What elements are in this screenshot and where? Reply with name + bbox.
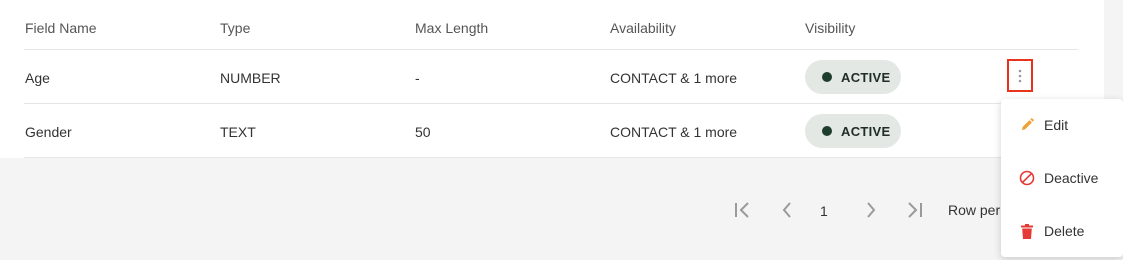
row-divider [24, 103, 1078, 104]
menu-item-label: Edit [1044, 117, 1069, 133]
current-page-number[interactable]: 1 [820, 203, 828, 219]
header-type: Type [220, 20, 251, 36]
header-field-name: Field Name [25, 20, 97, 36]
row-1-type: NUMBER [220, 70, 281, 86]
rows-per-page-label: Row per [948, 202, 1001, 218]
header-max-length: Max Length [415, 20, 489, 36]
pencil-icon [1018, 116, 1036, 134]
row-1-actions-button[interactable] [1007, 59, 1033, 92]
menu-item-delete[interactable]: Delete [1001, 209, 1123, 253]
status-dot-icon [822, 72, 832, 82]
header-availability: Availability [610, 20, 676, 36]
header-visibility: Visibility [805, 20, 856, 36]
menu-item-deactive[interactable]: Deactive [1001, 156, 1123, 200]
row-1-availability: CONTACT & 1 more [610, 70, 738, 86]
row-1-status-badge: ACTIVE [805, 60, 901, 94]
previous-page-button[interactable] [778, 196, 796, 224]
chevron-right-icon [867, 202, 876, 218]
row-actions-menu: Edit Deactive Delete [1001, 99, 1123, 257]
row-2-availability: CONTACT & 1 more [610, 124, 738, 140]
row-2-status-badge: ACTIVE [805, 114, 901, 148]
header-divider [24, 49, 1078, 50]
row-2-status-label: ACTIVE [841, 123, 891, 139]
last-page-icon [908, 202, 922, 218]
first-page-icon [735, 202, 749, 218]
ban-icon [1018, 169, 1036, 187]
status-dot-icon [822, 126, 832, 136]
menu-item-edit[interactable]: Edit [1001, 103, 1123, 147]
next-page-button[interactable] [862, 196, 880, 224]
kebab-icon [1018, 69, 1022, 82]
trash-icon [1018, 222, 1036, 240]
chevron-left-icon [782, 202, 791, 218]
row-1-max-length: - [415, 70, 420, 86]
last-page-button[interactable] [903, 196, 925, 224]
row-2-max-length: 50 [415, 124, 431, 140]
row-2-field-name: Gender [25, 124, 72, 140]
row-2-type: TEXT [220, 124, 256, 140]
row-1-status-label: ACTIVE [841, 69, 891, 85]
row-divider [24, 157, 1078, 158]
menu-item-label: Delete [1044, 223, 1085, 239]
first-page-button[interactable] [732, 196, 754, 224]
custom-fields-table: Field Name Type Max Length Availability … [0, 0, 1104, 158]
row-1-field-name: Age [25, 70, 50, 86]
menu-item-label: Deactive [1044, 170, 1099, 186]
